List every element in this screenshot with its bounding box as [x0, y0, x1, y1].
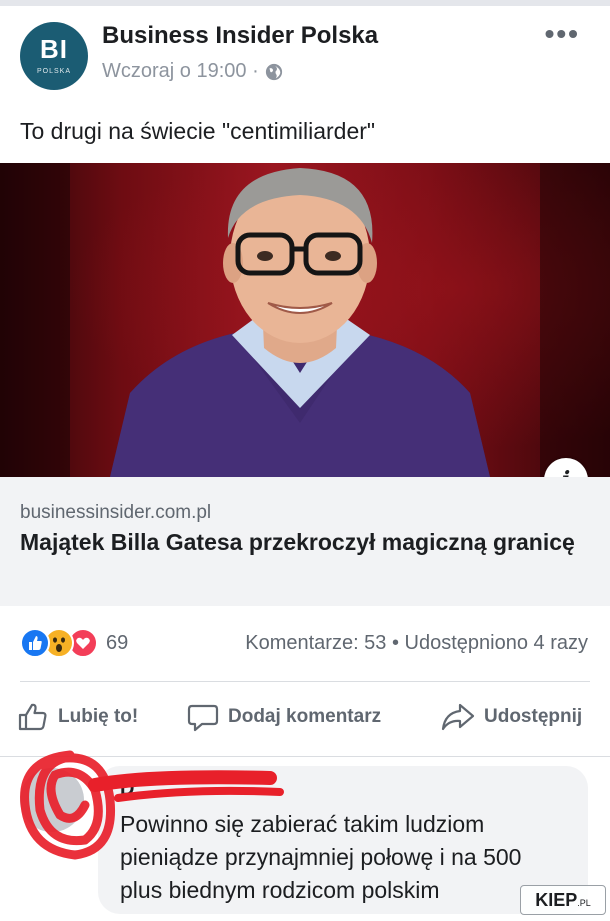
commenter-avatar[interactable] [20, 768, 84, 832]
comment-text: Powinno się zabierać takim ludziom pieni… [120, 811, 522, 903]
divider [0, 756, 610, 757]
share-icon [441, 703, 475, 731]
avatar-subtext: POLSKA [36, 68, 71, 75]
post-text: To drugi na świecie "centimiliarder" [20, 118, 376, 144]
action-bar: Lubię to! Dodaj komentarz Udostępnij [0, 690, 610, 746]
more-options-button[interactable]: ••• [545, 18, 580, 50]
link-domain: businessinsider.com.pl [20, 502, 212, 523]
avatar-initials: BI [40, 34, 68, 64]
reaction-count: 69 [106, 631, 129, 654]
like-reaction-icon [20, 628, 50, 658]
page-avatar[interactable]: BI POLSKA [20, 22, 88, 90]
share-button[interactable]: Udostępnij [440, 700, 582, 734]
comments-shares-count[interactable]: Komentarze: 53 • Udostępniono 4 razy [245, 632, 588, 655]
like-label: Lubię to! [58, 706, 139, 727]
share-label: Udostępnij [484, 706, 583, 727]
page-name[interactable]: Business Insider Polska [102, 22, 378, 50]
like-button[interactable]: Lubię to! [16, 700, 138, 734]
like-thumb-icon [18, 703, 47, 731]
comment-label: Dodaj komentarz [228, 706, 382, 727]
kiep-watermark: KIEP.PL [520, 885, 606, 915]
post-meta: Wczoraj o 19:00 · [102, 60, 283, 83]
reactions-summary[interactable]: 69 [20, 628, 128, 658]
globe-icon [265, 63, 282, 80]
commenter-name[interactable]: D [120, 778, 134, 801]
article-photo[interactable] [0, 163, 610, 477]
comment-button[interactable]: Dodaj komentarz [186, 700, 381, 734]
person-illustration [0, 163, 610, 477]
divider [20, 681, 590, 682]
post-timestamp[interactable]: Wczoraj o 19:00 · [102, 60, 259, 83]
comment-icon [187, 704, 219, 732]
link-title[interactable]: Majątek Billa Gatesa przekroczył magiczn… [20, 526, 580, 558]
